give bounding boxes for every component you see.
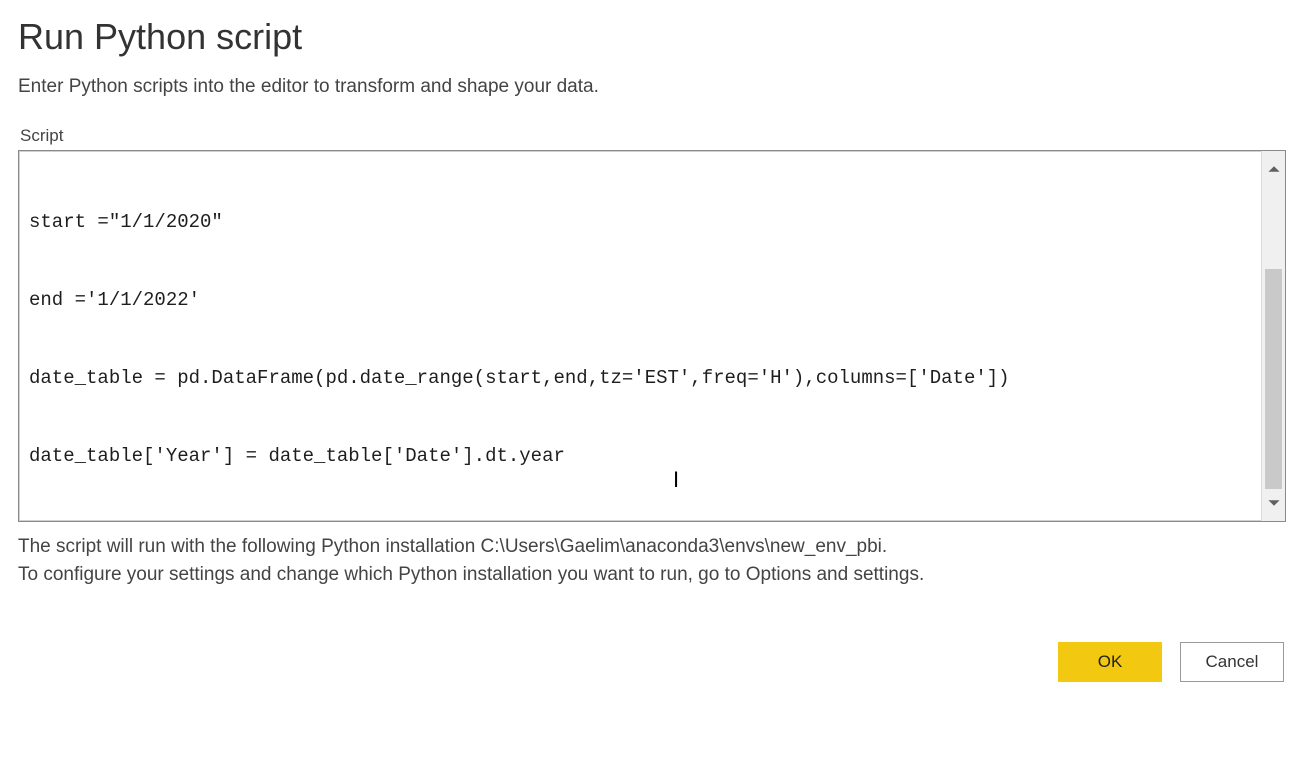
scroll-down-button[interactable] bbox=[1262, 489, 1285, 517]
code-line: end ='1/1/2022' bbox=[29, 287, 1251, 313]
configure-settings-note: To configure your settings and change wh… bbox=[18, 564, 1286, 586]
code-line: date_table['Month'] = date_table['Date']… bbox=[29, 521, 1251, 522]
scrollbar-thumb[interactable] bbox=[1265, 269, 1282, 489]
dialog-title: Run Python script bbox=[18, 16, 1286, 58]
run-python-script-dialog: Run Python script Enter Python scripts i… bbox=[0, 0, 1304, 700]
chevron-down-icon bbox=[1267, 496, 1281, 510]
code-line: date_table = pd.DataFrame(pd.date_range(… bbox=[29, 365, 1251, 391]
dialog-button-row: OK Cancel bbox=[18, 642, 1286, 682]
scroll-up-button[interactable] bbox=[1262, 155, 1285, 183]
code-line: date_table['Year'] = date_table['Date'].… bbox=[29, 443, 1251, 469]
scrollbar-track[interactable] bbox=[1262, 183, 1285, 489]
script-field-label: Script bbox=[20, 126, 1286, 146]
script-editor-content[interactable]: start ="1/1/2020" end ='1/1/2022' date_t… bbox=[19, 151, 1261, 521]
vertical-scrollbar[interactable] bbox=[1261, 151, 1285, 521]
ok-button[interactable]: OK bbox=[1058, 642, 1162, 682]
dialog-subtitle: Enter Python scripts into the editor to … bbox=[18, 76, 1286, 98]
script-editor[interactable]: start ="1/1/2020" end ='1/1/2022' date_t… bbox=[18, 150, 1286, 522]
chevron-up-icon bbox=[1267, 162, 1281, 176]
python-install-note: The script will run with the following P… bbox=[18, 536, 1286, 558]
code-line: start ="1/1/2020" bbox=[29, 209, 1251, 235]
cancel-button[interactable]: Cancel bbox=[1180, 642, 1284, 682]
text-cursor-icon: I bbox=[673, 467, 679, 493]
